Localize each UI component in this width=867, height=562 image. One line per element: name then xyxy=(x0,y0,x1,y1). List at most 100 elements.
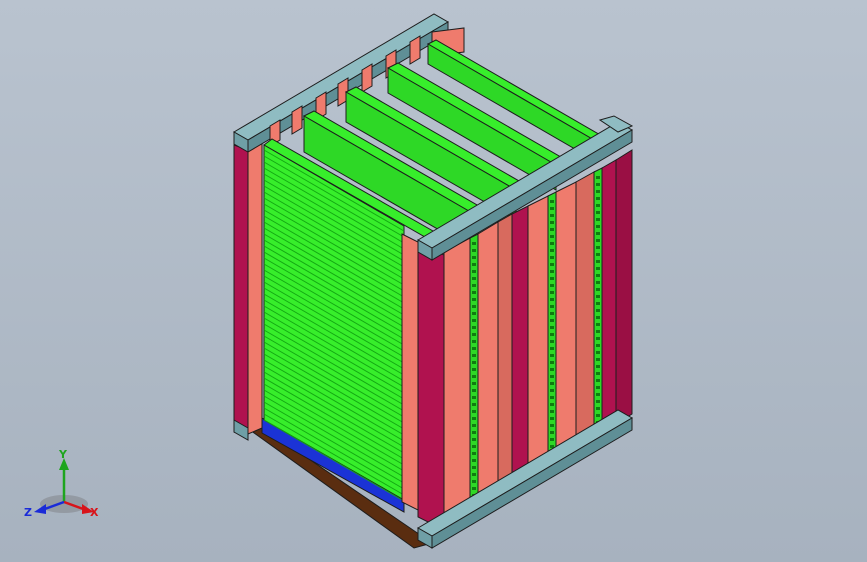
strip-dot xyxy=(550,249,554,252)
view-orientation-triad[interactable]: Y X Z xyxy=(22,448,108,524)
strip-dot xyxy=(596,316,600,319)
strip-dot xyxy=(472,242,476,245)
strip-dot xyxy=(472,284,476,287)
y-axis-label: Y xyxy=(58,448,68,461)
z-axis-label: Z xyxy=(24,506,32,519)
strip-dot xyxy=(550,396,554,399)
strip-dot xyxy=(472,333,476,336)
strip-dot xyxy=(472,256,476,259)
strip-dot xyxy=(596,218,600,221)
strip-dot xyxy=(596,267,600,270)
strip-dot xyxy=(550,333,554,336)
strip-dot xyxy=(472,347,476,350)
strip-dot xyxy=(472,354,476,357)
strip-dot xyxy=(550,382,554,385)
strip-dot xyxy=(550,340,554,343)
strip-dot xyxy=(472,249,476,252)
strip-dot xyxy=(550,235,554,238)
strip-dot xyxy=(596,260,600,263)
strip-dot xyxy=(596,281,600,284)
back-left-post xyxy=(233,144,249,438)
strip-dot xyxy=(472,403,476,406)
strip-dot xyxy=(596,393,600,396)
front-left-post-crimson xyxy=(417,241,445,531)
strip-dot xyxy=(596,176,600,179)
strip-dot xyxy=(550,270,554,273)
strip-dot xyxy=(472,263,476,266)
strip-dot xyxy=(472,438,476,441)
strip-dot xyxy=(472,480,476,483)
strip-dot xyxy=(550,424,554,427)
strip-dot xyxy=(472,417,476,420)
strip-dot xyxy=(596,253,600,256)
strip-dot xyxy=(596,274,600,277)
strip-dot xyxy=(550,298,554,301)
strip-dot xyxy=(550,389,554,392)
strip-dot xyxy=(596,351,600,354)
strip-dot xyxy=(596,295,600,298)
strip-dot xyxy=(472,424,476,427)
strip-dot xyxy=(472,452,476,455)
strip-dot xyxy=(550,214,554,217)
strip-dot xyxy=(472,459,476,462)
strip-dot xyxy=(472,312,476,315)
strip-dot xyxy=(550,368,554,371)
strip-dot xyxy=(596,323,600,326)
strip-dot xyxy=(550,410,554,413)
back-left-post-salmon xyxy=(247,141,263,435)
strip-dot xyxy=(596,288,600,291)
strip-dot xyxy=(596,190,600,193)
strip-dot xyxy=(550,221,554,224)
strip-dot xyxy=(596,386,600,389)
strip-dot xyxy=(596,379,600,382)
strip-dot xyxy=(550,200,554,203)
strip-dot xyxy=(472,277,476,280)
strip-dot xyxy=(550,354,554,357)
strip-dot xyxy=(550,417,554,420)
strip-dot xyxy=(596,358,600,361)
strip-dot xyxy=(472,305,476,308)
strip-dot xyxy=(596,246,600,249)
strip-dot xyxy=(472,487,476,490)
strip-dot xyxy=(550,438,554,441)
strip-dot xyxy=(596,232,600,235)
strip-dot xyxy=(472,473,476,476)
strip-dot xyxy=(472,466,476,469)
strip-dot xyxy=(472,445,476,448)
strip-dot xyxy=(472,410,476,413)
strip-dot xyxy=(472,396,476,399)
strip-dot xyxy=(472,361,476,364)
strip-dot xyxy=(596,239,600,242)
strip-dot xyxy=(472,270,476,273)
strip-dot xyxy=(550,361,554,364)
strip-dot xyxy=(550,263,554,266)
graphics-viewport[interactable]: Y X Z xyxy=(0,0,867,562)
strip-dot xyxy=(596,211,600,214)
strip-dot xyxy=(550,305,554,308)
strip-dot xyxy=(596,197,600,200)
strip-dot xyxy=(596,400,600,403)
strip-dot xyxy=(596,330,600,333)
z-axis-arrow-icon xyxy=(34,504,46,514)
strip-dot xyxy=(550,284,554,287)
strip-dot xyxy=(472,326,476,329)
strip-dot xyxy=(596,204,600,207)
strip-dot xyxy=(472,431,476,434)
strip-dot xyxy=(472,375,476,378)
strip-dot xyxy=(550,291,554,294)
strip-dot xyxy=(596,372,600,375)
strip-dot xyxy=(596,309,600,312)
strip-dot xyxy=(550,326,554,329)
strip-dot xyxy=(550,256,554,259)
battery-rack-model[interactable] xyxy=(0,0,867,562)
strip-dot xyxy=(472,340,476,343)
strip-dot xyxy=(596,183,600,186)
strip-dot xyxy=(550,347,554,350)
strip-dot xyxy=(472,291,476,294)
strip-dot xyxy=(550,242,554,245)
strip-dot xyxy=(550,431,554,434)
strip-dot xyxy=(550,375,554,378)
strip-dot xyxy=(596,337,600,340)
strip-dot xyxy=(472,298,476,301)
front-left-post-salmon xyxy=(401,233,419,511)
